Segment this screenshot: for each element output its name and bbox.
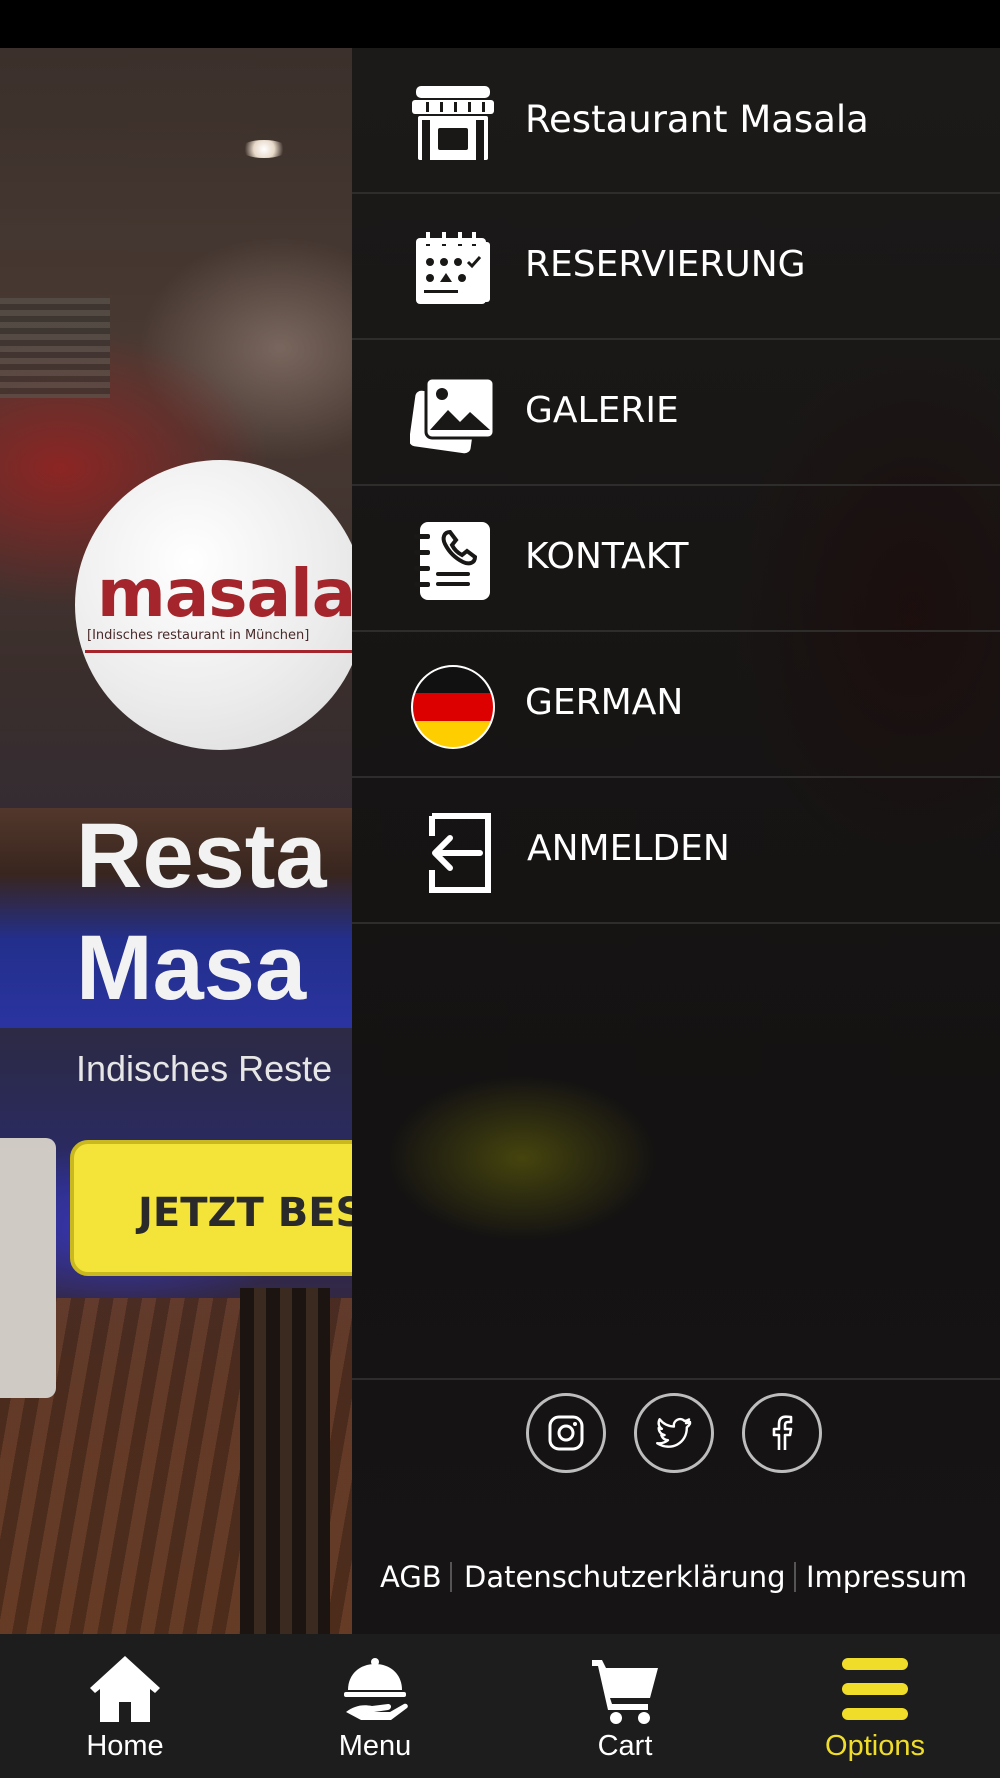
nav-label: Home [86,1730,164,1762]
store-icon [410,80,496,166]
twitter-icon [656,1417,692,1448]
home-icon [88,1652,162,1726]
legal-separator [450,1562,452,1592]
german-flag-icon [410,664,496,750]
agb-link[interactable]: AGB [380,1560,442,1594]
contact-book-icon [410,518,496,604]
nav-cart[interactable]: Cart [500,1634,750,1778]
legal-separator [794,1562,796,1592]
chair [240,1288,330,1634]
hero-subtitle: Indisches Reste [76,1048,333,1089]
calendar-icon [410,226,496,312]
drawer-item-label: ANMELDEN [527,828,730,869]
drawer-item-language[interactable]: GERMAN [352,632,1000,778]
side-drawer: Restaurant Masala RESERVIERUNG GALERIE K… [352,48,1000,1634]
drawer-item-login[interactable]: ANMELDEN [352,778,1000,924]
imprint-link[interactable]: Impressum [806,1560,967,1594]
nav-options[interactable]: Options [750,1634,1000,1778]
facebook-button[interactable] [742,1393,822,1473]
logo-underline [85,650,365,653]
facebook-icon [772,1415,793,1450]
nav-label: Options [825,1730,925,1762]
drawer-item-label: Restaurant Masala [525,98,869,141]
nav-home[interactable]: Home [0,1634,250,1778]
nav-label: Cart [597,1730,653,1762]
drawer-item-gallery[interactable]: GALERIE [352,340,1000,486]
instagram-icon [548,1415,584,1451]
drawer-item-label: RESERVIERUNG [525,244,806,285]
twitter-button[interactable] [634,1393,714,1473]
logo-subtitle: [Indisches restaurant in München] [87,628,310,643]
hamburger-icon [838,1652,912,1726]
drawer-item-contact[interactable]: KONTAKT [352,486,1000,632]
bottom-navigation: Home Menu Cart Options [0,1634,1000,1778]
footer-divider [352,1378,1000,1380]
drawer-item-label: KONTAKT [525,536,689,577]
cloche-icon [338,1652,412,1726]
cart-icon [588,1652,662,1726]
hero-title: Resta Masa [76,800,376,1024]
air-vent [0,298,110,398]
hero-title-line1: Resta [76,805,327,907]
gallery-icon [410,372,496,458]
drawer-item-label: GALERIE [525,390,679,431]
drawer-item-label: GERMAN [525,682,684,723]
instagram-button[interactable] [526,1393,606,1473]
hero-title-line2: Masa [76,917,307,1019]
status-bar [0,0,1000,48]
ceiling-lamp [240,140,288,158]
privacy-link[interactable]: Datenschutzerklärung [464,1560,786,1594]
restaurant-logo: masala [Indisches restaurant in München] [75,460,365,750]
logo-wordmark: masala [97,555,356,632]
drawer-item-reservation[interactable]: RESERVIERUNG [352,194,1000,340]
nav-menu[interactable]: Menu [250,1634,500,1778]
air-conditioner [0,1138,56,1398]
drawer-item-restaurant[interactable]: Restaurant Masala [352,48,1000,194]
login-icon [410,810,496,896]
nav-label: Menu [338,1730,412,1762]
